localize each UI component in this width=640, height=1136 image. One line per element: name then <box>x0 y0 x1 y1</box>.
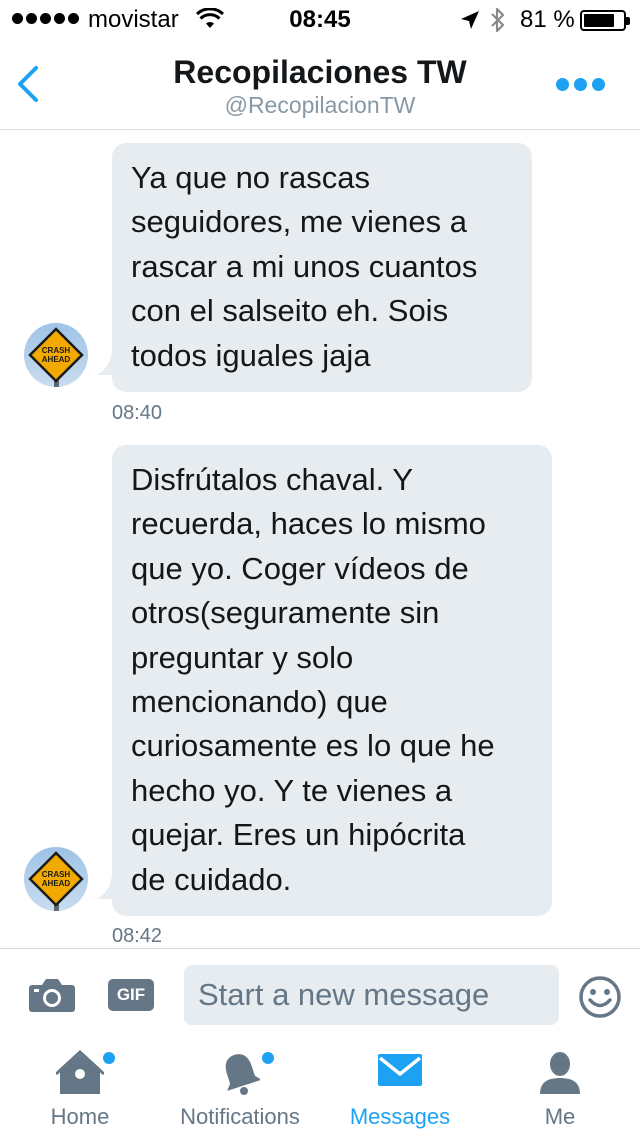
home-icon <box>56 1050 104 1094</box>
conversation-header: Recopilaciones TW @RecopilacionTW <box>0 40 640 130</box>
tab-label: Me <box>544 1104 576 1129</box>
tab-home[interactable]: Home <box>20 1038 140 1136</box>
battery-icon <box>580 10 630 31</box>
message-line: todos iguales jaja <box>131 337 371 373</box>
camera-icon[interactable] <box>28 977 76 1013</box>
message-bubble[interactable]: Disfrútalos chaval. Y recuerda, haces lo… <box>112 445 552 917</box>
envelope-icon <box>378 1054 422 1086</box>
message-timestamp: 08:42 <box>112 925 163 947</box>
more-options-button[interactable] <box>556 74 610 94</box>
notification-dot <box>262 1052 274 1064</box>
bell-icon <box>225 1054 260 1095</box>
avatar-text-crash: CRASH <box>42 346 71 355</box>
tab-notifications[interactable]: Notifications <box>170 1038 310 1136</box>
message-line: Disfrútalos chaval. Y <box>131 462 413 497</box>
conversation-title[interactable]: Recopilaciones TW <box>0 54 640 91</box>
battery-percentage: 81 % <box>520 6 575 33</box>
message-line: curiosamente es lo que he <box>131 728 495 764</box>
bubble-tail-icon <box>96 875 120 899</box>
tab-me[interactable]: Me <box>500 1038 620 1136</box>
message-timestamp: 08:40 <box>112 402 163 424</box>
tab-bar: Home Notifications Messages Me <box>0 1038 640 1136</box>
message-line: hecho yo. Y te vienes a <box>131 772 453 808</box>
conversation-handle: @RecopilacionTW <box>224 92 416 118</box>
tab-label: Notifications <box>180 1104 300 1129</box>
message-composer: GIF <box>0 948 640 1038</box>
message-list[interactable]: Ya que no rascas seguidores, me vienes a… <box>0 131 640 948</box>
bluetooth-icon <box>491 7 505 33</box>
more-dot-icon <box>592 77 605 91</box>
message-line: recuerda, haces lo mismo <box>131 506 486 542</box>
message-line: seguidores, me vienes a <box>131 204 468 240</box>
avatar-text-ahead: AHEAD <box>42 879 71 888</box>
more-dot-icon <box>574 77 587 91</box>
tab-messages[interactable]: Messages <box>340 1038 460 1136</box>
message-line: otros(seguramente sin <box>131 595 440 631</box>
message-line: preguntar y solo <box>131 639 354 675</box>
message-line: que yo. Coger vídeos de <box>131 550 469 586</box>
sender-avatar[interactable]: CRASH AHEAD <box>24 323 88 387</box>
avatar-text-ahead: AHEAD <box>42 355 71 364</box>
new-message-input[interactable] <box>184 965 559 1025</box>
gif-button[interactable]: GIF <box>108 979 154 1011</box>
message-line: mencionando) que <box>131 684 388 720</box>
notification-dot <box>103 1052 115 1064</box>
sender-avatar[interactable]: CRASH AHEAD <box>24 847 88 911</box>
status-bar: movistar 08:45 81 % <box>0 0 640 40</box>
avatar-text-crash: CRASH <box>42 870 71 879</box>
person-icon <box>540 1052 580 1094</box>
message-line: con el salseito eh. Sois <box>131 293 449 329</box>
crash-ahead-sign-icon: CRASH AHEAD <box>28 851 84 911</box>
message-line: rascar a mi unos cuantos <box>131 248 478 284</box>
message-line: de cuidado. <box>131 861 292 897</box>
crash-ahead-sign-icon: CRASH AHEAD <box>28 327 84 387</box>
message-bubble[interactable]: Ya que no rascas seguidores, me vienes a… <box>112 143 532 393</box>
tab-label: Home <box>50 1104 110 1129</box>
emoji-icon[interactable] <box>578 975 622 1019</box>
tab-label: Messages <box>349 1104 451 1129</box>
message-line: quejar. Eres un hipócrita <box>131 817 466 853</box>
message-line: Ya que no rascas <box>131 160 370 195</box>
bubble-tail-icon <box>96 351 120 375</box>
location-arrow-icon <box>461 11 479 29</box>
more-dot-icon <box>556 77 569 91</box>
